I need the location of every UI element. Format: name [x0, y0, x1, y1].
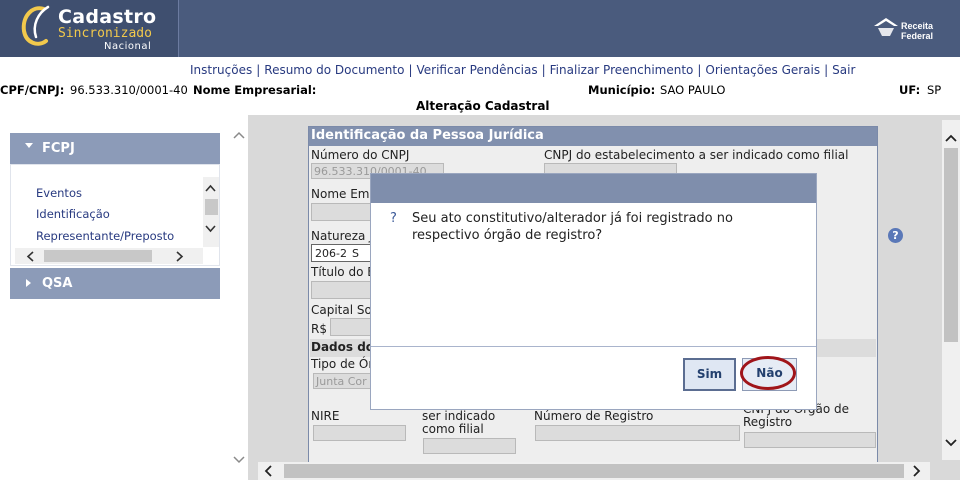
nav-separator: |: [697, 63, 702, 77]
dados-label: Dados do: [311, 340, 375, 354]
triangle-right-icon: [26, 279, 31, 287]
municipio-label: Município:: [588, 83, 656, 97]
natureza-value-extra: S: [352, 247, 359, 260]
logo-subtitle: Sincronizado: [58, 26, 152, 41]
menu-horizontal-scroll-thumb[interactable]: [44, 250, 152, 262]
filial-field[interactable]: [423, 438, 516, 454]
triangle-down-icon: [25, 143, 33, 148]
logo-title: Cadastro: [58, 6, 157, 28]
menu-vertical-scroll-thumb[interactable]: [205, 199, 218, 215]
cnpj-filial-label: CNPJ do estabelecimento a ser indicado c…: [544, 148, 849, 162]
natureza-label: Natureza J: [311, 229, 373, 243]
dialog-title-bar[interactable]: [371, 174, 816, 203]
logo-caption: Nacional: [104, 41, 152, 52]
uf-value: SP: [927, 83, 942, 97]
tipo-orgao-label: Tipo de Ór: [311, 357, 374, 371]
capital-field[interactable]: [330, 318, 371, 336]
receita-federal-label: Receita Federal: [901, 21, 934, 41]
cpf-label: CPF/CNPJ:: [0, 83, 65, 97]
dialog-message: Seu ato constitutivo/alterador já foi re…: [412, 211, 733, 243]
nav-resumo[interactable]: Resumo do Documento: [264, 63, 404, 77]
nav-finalizar[interactable]: Finalizar Preenchimento: [550, 63, 694, 77]
chevron-right-icon[interactable]: [176, 251, 184, 265]
page-vertical-scroll-thumb[interactable]: [944, 148, 958, 342]
yes-button[interactable]: Sim: [683, 358, 736, 391]
fcpj-label: FCPJ: [42, 141, 75, 156]
page-subtitle: Alteração Cadastral: [416, 99, 550, 113]
chevron-down-icon[interactable]: [205, 222, 216, 236]
nome-empresarial-field-label: Nome Emp: [311, 187, 378, 201]
filial-label-line2: como filial: [422, 422, 484, 436]
filial-label-line1: ser indicado: [422, 409, 496, 423]
capital-label: Capital Soc: [311, 303, 379, 317]
chevron-up-icon[interactable]: [205, 181, 216, 195]
titulo-field[interactable]: [311, 281, 371, 299]
no-button[interactable]: Não: [742, 358, 797, 391]
tipo-orgao-value: Junta Cor: [316, 375, 367, 388]
fcpj-section-header[interactable]: FCPJ: [10, 133, 220, 164]
menu-item-eventos[interactable]: Eventos: [36, 186, 82, 200]
currency-label: R$: [311, 322, 327, 336]
municipio-value: SAO PAULO: [660, 83, 726, 97]
form-title: Identificação da Pessoa Jurídica: [309, 127, 877, 146]
cnpj-orgao-label-line2: Registro: [743, 415, 793, 429]
chevron-left-icon[interactable]: [264, 465, 272, 480]
nav-separator: |: [256, 63, 261, 77]
page-horizontal-scroll-thumb[interactable]: [284, 464, 904, 478]
qsa-section-header[interactable]: QSA: [10, 268, 220, 299]
nire-field[interactable]: [313, 425, 406, 441]
logo-swirl-icon: [21, 5, 50, 46]
natureza-value: 206-2: [315, 247, 347, 260]
menu-item-representante[interactable]: Representante/Preposto: [36, 229, 174, 243]
chevron-up-icon[interactable]: [233, 128, 245, 142]
help-icon[interactable]: ?: [888, 228, 903, 243]
uf-label: UF:: [899, 83, 921, 97]
chevron-left-icon[interactable]: [26, 251, 34, 265]
cnpj-orgao-field[interactable]: [744, 432, 876, 448]
nav-separator: |: [824, 63, 829, 77]
nav-verificar[interactable]: Verificar Pendências: [416, 63, 537, 77]
chevron-down-icon[interactable]: [945, 436, 957, 450]
chevron-right-icon[interactable]: [913, 465, 921, 480]
nire-label: NIRE: [311, 409, 340, 423]
chevron-up-icon[interactable]: [945, 131, 957, 145]
top-nav: Instruções | Resumo do Documento | Verificar…: [190, 63, 855, 77]
cpf-value: 96.533.310/0001-40: [70, 83, 188, 97]
nav-sair[interactable]: Sair: [832, 63, 855, 77]
receita-federal-icon: [874, 18, 898, 36]
nav-separator: |: [541, 63, 546, 77]
chevron-down-icon[interactable]: [233, 453, 245, 467]
nav-orientacoes[interactable]: Orientações Gerais: [705, 63, 820, 77]
qsa-label: QSA: [42, 276, 73, 291]
nav-instrucoes[interactable]: Instruções: [190, 63, 252, 77]
nome-empresarial-label: Nome Empresarial:: [193, 83, 317, 97]
form-title-text: Identificação da Pessoa Jurídica: [311, 128, 544, 143]
numero-cnpj-label: Número do CNPJ: [311, 148, 410, 162]
numero-registro-field[interactable]: [535, 425, 740, 441]
nav-separator: |: [408, 63, 413, 77]
question-icon: ?: [390, 211, 397, 226]
titulo-label: Título do E: [311, 265, 375, 279]
dialog-divider: [371, 346, 816, 347]
nome-empresarial-field[interactable]: [311, 203, 371, 221]
menu-item-identificacao[interactable]: Identificação: [36, 207, 110, 221]
numero-registro-label: Número de Registro: [534, 409, 654, 423]
